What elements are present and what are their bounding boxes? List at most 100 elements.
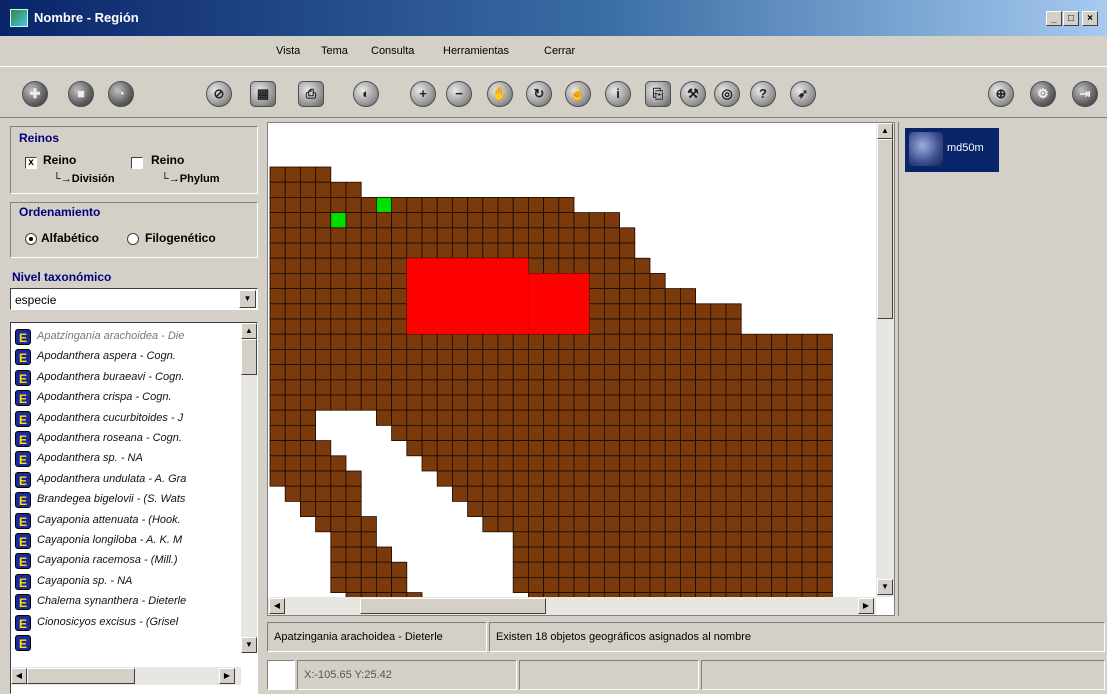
map-cell[interactable]	[740, 470, 757, 487]
map-cell[interactable]	[543, 500, 560, 517]
map-cell[interactable]	[558, 561, 575, 578]
map-cell[interactable]	[588, 424, 605, 441]
map-cell[interactable]	[573, 576, 590, 593]
map-cell[interactable]	[755, 500, 772, 517]
map-cell[interactable]	[497, 409, 514, 426]
map-cell[interactable]	[376, 364, 393, 381]
map-cell[interactable]	[634, 409, 651, 426]
map-cell[interactable]	[755, 379, 772, 396]
map-cell[interactable]	[527, 257, 544, 274]
map-cell[interactable]	[345, 288, 362, 305]
map-cell[interactable]	[725, 470, 742, 487]
map-cell[interactable]	[649, 394, 666, 411]
map-cell[interactable]	[679, 333, 696, 350]
map-cell[interactable]	[755, 531, 772, 548]
map-cell[interactable]	[436, 333, 453, 350]
zoom-out-icon[interactable]: −	[446, 81, 472, 107]
map-cell[interactable]	[603, 470, 620, 487]
map-cell[interactable]	[603, 455, 620, 472]
map-cell[interactable]	[512, 455, 529, 472]
map-cell[interactable]	[300, 455, 317, 472]
alfabetico-radio[interactable]	[25, 233, 37, 245]
map-cell[interactable]	[376, 257, 393, 274]
map-cell[interactable]	[588, 379, 605, 396]
map-cell[interactable]	[527, 531, 544, 548]
map-cell[interactable]	[345, 181, 362, 198]
map-cell[interactable]	[406, 227, 423, 244]
map-cell[interactable]	[269, 242, 286, 259]
map-cell[interactable]	[376, 576, 393, 593]
map-cell[interactable]	[330, 364, 347, 381]
map-cell[interactable]	[740, 409, 757, 426]
map-cell[interactable]	[543, 561, 560, 578]
map-cell[interactable]	[300, 409, 317, 426]
map-cell[interactable]	[497, 440, 514, 457]
map-cell[interactable]	[360, 348, 377, 365]
map-hscroll[interactable]: ◀ ▶	[268, 597, 876, 615]
map-cell[interactable]	[786, 364, 803, 381]
map-cell[interactable]	[679, 561, 696, 578]
map-cell[interactable]	[619, 257, 636, 274]
map-cell[interactable]	[588, 272, 605, 289]
map-cell[interactable]	[300, 424, 317, 441]
map-cell[interactable]	[771, 516, 788, 533]
map-cell[interactable]	[467, 227, 484, 244]
map-cell[interactable]	[300, 303, 317, 320]
map-cell[interactable]	[315, 440, 332, 457]
eraser-icon[interactable]: ⊘	[206, 81, 232, 107]
map-cell[interactable]	[497, 516, 514, 533]
map-cell[interactable]	[725, 409, 742, 426]
map-cell[interactable]	[771, 531, 788, 548]
map-cell[interactable]	[573, 470, 590, 487]
map-cell[interactable]	[816, 348, 833, 365]
map-cell[interactable]	[315, 242, 332, 259]
selected-region[interactable]	[406, 258, 529, 335]
map-cell[interactable]	[588, 257, 605, 274]
map-cell[interactable]	[376, 303, 393, 320]
map-cell[interactable]	[816, 546, 833, 563]
scroll-right-icon[interactable]: ▶	[219, 668, 235, 684]
map-cell[interactable]	[284, 303, 301, 320]
map-cell[interactable]	[558, 212, 575, 229]
map-cell[interactable]	[664, 440, 681, 457]
map-cell[interactable]	[300, 242, 317, 259]
map-cell[interactable]	[284, 288, 301, 305]
nivel-select[interactable]: especie ▼	[10, 288, 258, 310]
map-cell[interactable]	[649, 485, 666, 502]
map-cell[interactable]	[558, 546, 575, 563]
map-cell[interactable]	[619, 364, 636, 381]
map-cell[interactable]	[558, 440, 575, 457]
map-cell[interactable]	[558, 455, 575, 472]
map-cell[interactable]	[558, 364, 575, 381]
map-canvas[interactable]	[268, 123, 876, 597]
map-cell[interactable]	[300, 166, 317, 183]
map-cell[interactable]	[284, 409, 301, 426]
map-cell[interactable]	[664, 576, 681, 593]
map-cell[interactable]	[527, 561, 544, 578]
map-cell[interactable]	[300, 500, 317, 517]
map-cell[interactable]	[391, 333, 408, 350]
map-cell[interactable]	[695, 546, 712, 563]
map-cell[interactable]	[710, 303, 727, 320]
map-cell[interactable]	[315, 303, 332, 320]
map-cell[interactable]	[376, 348, 393, 365]
map-cell[interactable]	[512, 364, 529, 381]
map-cell[interactable]	[573, 257, 590, 274]
map-cell[interactable]	[695, 576, 712, 593]
menu-tema[interactable]: Tema	[321, 45, 348, 57]
map-cell[interactable]	[695, 364, 712, 381]
map-cell[interactable]	[497, 485, 514, 502]
map-cell[interactable]	[284, 470, 301, 487]
map-cell[interactable]	[679, 455, 696, 472]
maximize-button[interactable]: □	[1063, 11, 1079, 26]
map-cell[interactable]	[755, 516, 772, 533]
map-cell[interactable]	[664, 348, 681, 365]
map-cell[interactable]	[588, 576, 605, 593]
map-cell[interactable]	[360, 303, 377, 320]
map-cell[interactable]	[725, 516, 742, 533]
map-cell[interactable]	[710, 424, 727, 441]
map-cell[interactable]	[801, 576, 818, 593]
map-cell[interactable]	[603, 500, 620, 517]
map-cell[interactable]	[421, 394, 438, 411]
map-cell[interactable]	[649, 440, 666, 457]
